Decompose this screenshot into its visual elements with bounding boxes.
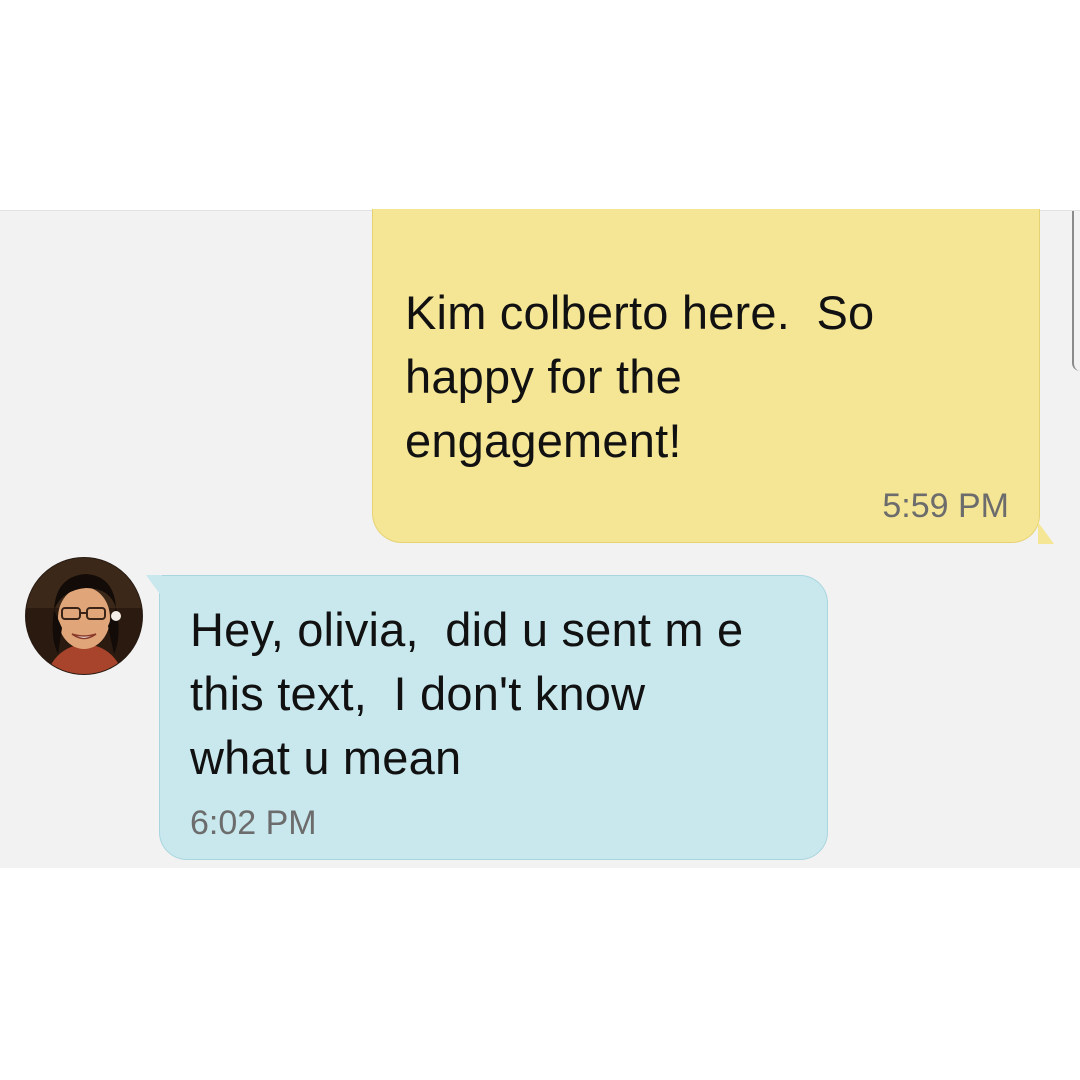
conversation-view[interactable]: Kim colberto here. So happy for the enga… [0,209,1080,868]
contact-avatar[interactable] [25,557,143,675]
message-timestamp: 6:02 PM [190,804,317,842]
screenshot-frame: Kim colberto here. So happy for the enga… [0,0,1080,1080]
contact-photo-icon [26,558,142,674]
bubble-tail [146,574,162,597]
message-text: Kim colberto here. So happy for the enga… [405,286,875,467]
bubble-tail [1038,521,1054,544]
scrollbar-edge [1072,211,1080,371]
incoming-message-bubble[interactable]: Hey, olivia, did u sent m e this text, I… [146,574,828,860]
message-timestamp: 5:59 PM [882,487,1009,525]
outgoing-message-bubble[interactable]: Kim colberto here. So happy for the enga… [372,209,1054,544]
message-text: Hey, olivia, did u sent m e this text, I… [190,603,744,784]
